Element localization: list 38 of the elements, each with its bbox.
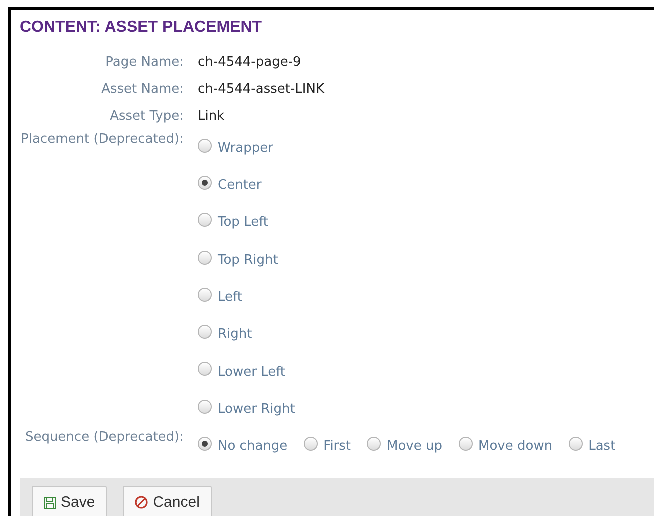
radio-button[interactable] bbox=[568, 437, 583, 452]
radio-label: Center bbox=[218, 177, 262, 196]
radio-label: Left bbox=[218, 289, 242, 308]
radio-button[interactable] bbox=[367, 437, 382, 452]
radio-label: Move down bbox=[478, 438, 553, 456]
field-label: Placement (Deprecated): bbox=[20, 131, 185, 149]
radio-label: Top Right bbox=[218, 252, 278, 270]
radio-button[interactable] bbox=[198, 250, 212, 265]
radio-button[interactable] bbox=[198, 138, 212, 153]
radio-button[interactable] bbox=[198, 362, 212, 376]
field-label: Asset Type: bbox=[109, 108, 185, 126]
radio-label: Last bbox=[588, 438, 616, 456]
field-label: Sequence (Deprecated): bbox=[24, 429, 185, 448]
radio-button[interactable] bbox=[198, 437, 212, 452]
radio-button[interactable] bbox=[198, 176, 212, 190]
page-title: CONTENT: ASSET PLACEMENT bbox=[20, 18, 264, 38]
cancel-button[interactable]: Cancel bbox=[123, 486, 212, 516]
prohibited-icon bbox=[135, 496, 148, 510]
field-value: ch-4544-asset-LINK bbox=[198, 80, 324, 99]
radio-label: First bbox=[324, 438, 352, 456]
radio-button[interactable] bbox=[198, 400, 212, 414]
radio-label: No change bbox=[218, 438, 288, 456]
radio-label: Right bbox=[218, 326, 252, 344]
radio-label: Wrapper bbox=[218, 140, 274, 158]
radio-button[interactable] bbox=[198, 325, 212, 340]
radio-button[interactable] bbox=[304, 437, 318, 452]
field-label: Asset Name: bbox=[100, 80, 185, 99]
save-button[interactable]: Save bbox=[32, 486, 108, 516]
radio-label: Move up bbox=[387, 438, 443, 456]
radio-label: Top Left bbox=[218, 214, 269, 232]
radio-button[interactable] bbox=[198, 288, 212, 302]
radio-button[interactable] bbox=[458, 437, 473, 452]
field-value: ch-4544-page-9 bbox=[198, 54, 302, 72]
radio-label: Lower Right bbox=[218, 400, 296, 419]
radio-label: Lower Left bbox=[218, 364, 286, 382]
field-value: Link bbox=[198, 108, 225, 126]
radio-button[interactable] bbox=[198, 213, 212, 228]
field-label: Page Name: bbox=[104, 54, 185, 72]
